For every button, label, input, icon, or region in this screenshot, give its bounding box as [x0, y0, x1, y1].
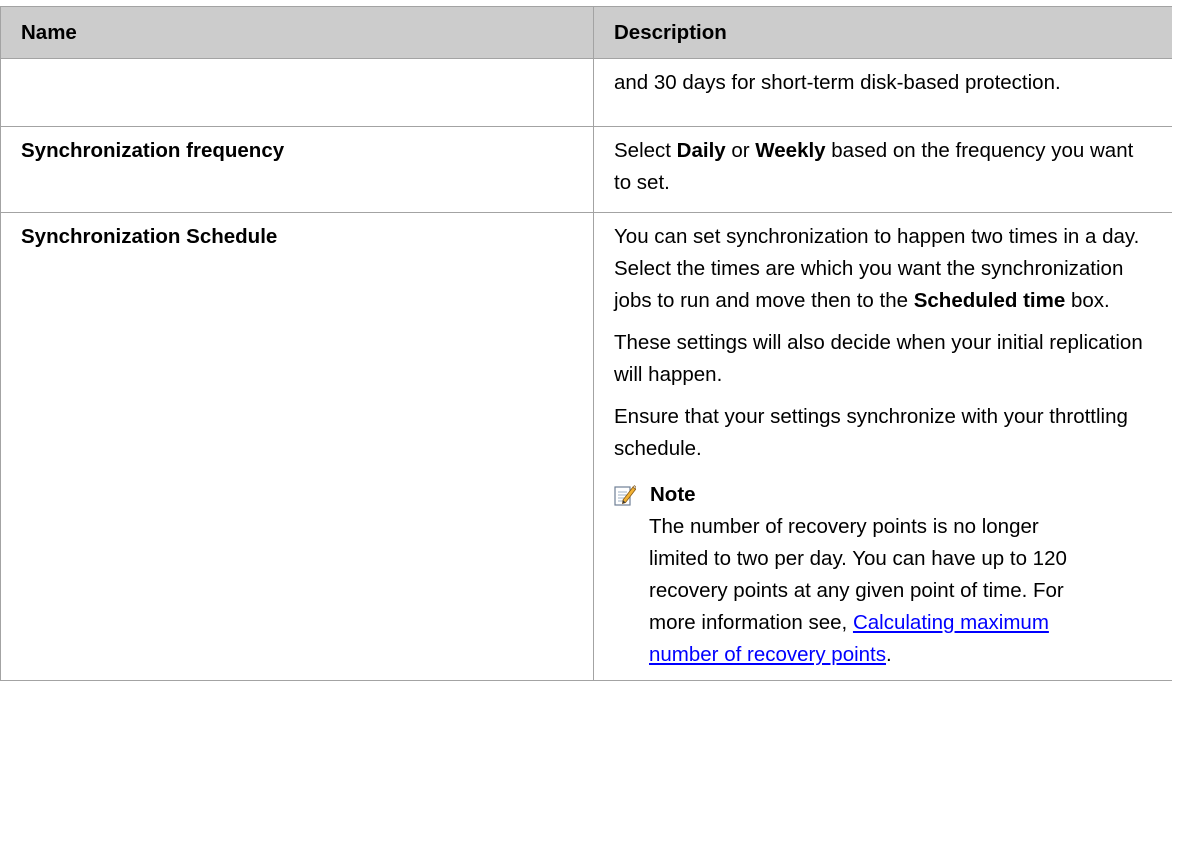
row-name-cell: [0, 58, 594, 127]
note-header: Note: [614, 479, 1154, 511]
scheduled-time-label: Scheduled time: [913, 289, 1066, 312]
table-header-row: Name Description: [0, 6, 1172, 59]
description-text: and 30 days for short-term disk-based pr…: [614, 71, 1061, 94]
parameter-table-container: Name Description and 30 days for short-t…: [0, 6, 1172, 859]
row-description-cell: and 30 days for short-term disk-based pr…: [593, 58, 1172, 127]
table-row: Synchronization frequency Select Daily o…: [0, 126, 1172, 213]
note-trailing-period: .: [886, 643, 892, 666]
header-name: Name: [0, 6, 594, 59]
table-row: Synchronization Schedule You can set syn…: [0, 212, 1172, 681]
header-description: Description: [593, 6, 1172, 59]
table-row: and 30 days for short-term disk-based pr…: [0, 58, 1172, 127]
note-callout: Note The number of recovery points is no…: [614, 479, 1154, 671]
note-pencil-icon: [614, 484, 637, 506]
row-description-cell: You can set synchronization to happen tw…: [593, 212, 1172, 681]
description-text: Select: [614, 139, 677, 162]
option-weekly: Weekly: [755, 139, 826, 162]
note-body: The number of recovery points is no long…: [614, 511, 1154, 671]
row-description-cell: Select Daily or Weekly based on the freq…: [593, 126, 1172, 213]
row-name-cell: Synchronization frequency: [0, 126, 594, 213]
description-text: box.: [1065, 289, 1110, 312]
description-paragraph: Ensure that your settings synchronize wi…: [614, 405, 1128, 460]
description-paragraph: These settings will also decide when you…: [614, 331, 1143, 386]
row-name-cell: Synchronization Schedule: [0, 212, 594, 681]
parameter-table: Name Description and 30 days for short-t…: [0, 6, 1172, 681]
description-text: or: [725, 139, 756, 162]
option-daily: Daily: [676, 139, 726, 162]
note-title: Note: [650, 483, 696, 506]
description-paragraph: You can set synchronization to happen tw…: [614, 221, 1154, 317]
